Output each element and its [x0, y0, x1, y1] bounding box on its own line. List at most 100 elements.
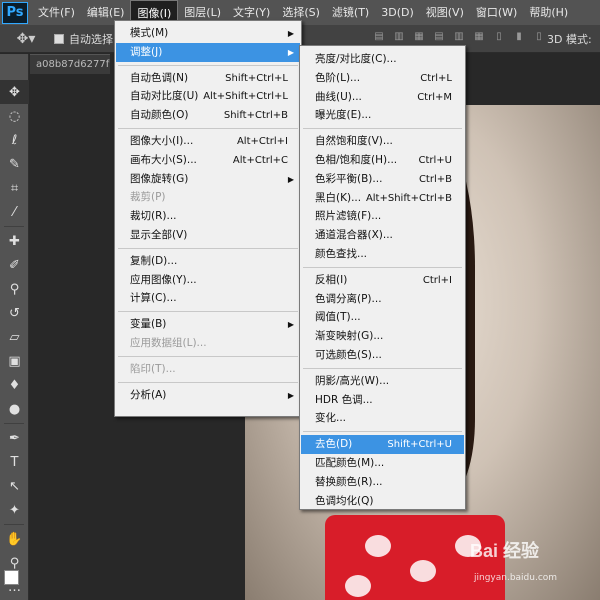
menu-item[interactable]: 图像大小(I)... Alt+Ctrl+I	[116, 132, 300, 151]
menu-item-label: 色阶(L)...	[315, 71, 361, 84]
clone-stamp-tool-icon[interactable]: ⚲	[0, 277, 29, 301]
menu-item-shortcut: Shift+Ctrl+L	[225, 72, 288, 84]
menu-item[interactable]: 自然饱和度(V)...	[301, 132, 464, 151]
move-tool-icon[interactable]: ✥	[0, 80, 29, 104]
type-tool-icon[interactable]: T	[0, 450, 29, 474]
menu-7[interactable]: 滤镜(T)	[326, 0, 375, 25]
shape-tool-icon[interactable]: ✦	[0, 498, 29, 522]
menu-item-label: 曲线(U)...	[315, 90, 362, 103]
menu-item-label: 模式(M)	[130, 27, 169, 39]
move-tool-preset-icon[interactable]: ✥▾	[8, 28, 44, 50]
menu-item[interactable]: 应用图像(Y)...	[116, 271, 300, 290]
eraser-tool-icon[interactable]: ▱	[0, 325, 29, 349]
menu-item[interactable]: 可选颜色(S)...	[301, 346, 464, 365]
menu-item[interactable]: 自动对比度(U) Alt+Shift+Ctrl+L	[116, 87, 300, 106]
gradient-tool-icon[interactable]: ▣	[0, 349, 29, 373]
menu-10[interactable]: 窗口(W)	[470, 0, 523, 25]
menu-item-shortcut: Ctrl+M	[417, 91, 452, 103]
menu-item[interactable]: 色阶(L)... Ctrl+L	[301, 69, 464, 88]
menu-item[interactable]: 阴影/高光(W)...	[301, 372, 464, 391]
menu-item[interactable]: 色彩平衡(B)... Ctrl+B	[301, 170, 464, 189]
menu-item-label: 分析(A)	[130, 388, 167, 401]
menu-item[interactable]: 裁切(R)...	[116, 207, 300, 226]
menu-item[interactable]: 曲线(U)... Ctrl+M	[301, 88, 464, 107]
menu-item-label: 黑白(K)...	[315, 191, 362, 204]
marquee-tool-icon[interactable]: ◌	[0, 104, 29, 128]
distribute-left-icon[interactable]: ▯	[492, 29, 506, 45]
menu-item[interactable]: 图像旋转(G) ▶	[116, 170, 300, 189]
menu-item[interactable]: 黑白(K)... Alt+Shift+Ctrl+B	[301, 189, 464, 208]
align-top-icon[interactable]: ▤	[372, 29, 386, 45]
menu-item[interactable]: 色相/饱和度(H)... Ctrl+U	[301, 151, 464, 170]
menu-item-label: 自动色调(N)	[130, 71, 189, 84]
align-bottom-icon[interactable]: ▦	[412, 29, 426, 45]
distribute-right-icon[interactable]: ▯	[532, 29, 546, 45]
align-middle-icon[interactable]: ▥	[392, 29, 406, 45]
menu-item[interactable]: 亮度/对比度(C)...	[301, 50, 464, 69]
distribute-bottom-icon[interactable]: ▦	[472, 29, 486, 45]
distribute-top-icon[interactable]: ▤	[432, 29, 446, 45]
menu-item[interactable]: 调整(J) ▶	[116, 42, 300, 62]
menu-item-label: 照片滤镜(F)...	[315, 210, 382, 223]
menu-item-label: 曝光度(E)...	[315, 109, 372, 122]
menu-item[interactable]: 自动颜色(O) Shift+Ctrl+B	[116, 106, 300, 125]
menu-item[interactable]: 自动色调(N) Shift+Ctrl+L	[116, 69, 300, 88]
menu-item-label: 应用图像(Y)...	[130, 273, 197, 286]
menu-item[interactable]: 替换颜色(R)...	[301, 473, 464, 492]
menu-item-label: 自动对比度(U)	[130, 90, 199, 103]
menu-item[interactable]: 画布大小(S)... Alt+Ctrl+C	[116, 151, 300, 170]
distribute-middle-icon[interactable]: ▥	[452, 29, 466, 45]
menu-item[interactable]: 反相(I) Ctrl+I	[301, 271, 464, 290]
menu-item[interactable]: HDR 色调...	[301, 391, 464, 410]
menu-item[interactable]: 颜色查找...	[301, 245, 464, 264]
menu-1[interactable]: 文件(F)	[32, 0, 81, 25]
menu-item[interactable]: 色调分离(P)...	[301, 290, 464, 309]
eyedropper-tool-icon[interactable]: ⁄	[0, 200, 29, 224]
submenu-arrow-icon: ▶	[287, 47, 294, 57]
menu-item-shortcut: Ctrl+B	[418, 173, 452, 185]
submenu-arrow-icon: ▶	[287, 174, 294, 184]
menu-item[interactable]: 色调均化(Q)	[301, 492, 464, 511]
menu-item[interactable]: 曝光度(E)...	[301, 106, 464, 125]
menu-item-label: 亮度/对比度(C)...	[315, 53, 397, 65]
menu-item[interactable]: 复制(D)...	[116, 252, 300, 271]
foreground-color-swatch[interactable]	[4, 570, 19, 585]
distribute-center-icon[interactable]: ▮	[512, 29, 526, 45]
healing-brush-tool-icon[interactable]: ✚	[0, 229, 29, 253]
menu-item[interactable]: 阈值(T)...	[301, 308, 464, 327]
menu-item[interactable]: 模式(M) ▶	[116, 24, 300, 43]
menu-item-label: 计算(C)...	[130, 292, 177, 305]
hand-tool-icon[interactable]: ✋	[0, 527, 29, 551]
menu-item[interactable]: 变化...	[301, 409, 464, 428]
menu-item-label: HDR 色调...	[315, 393, 373, 406]
document-tab[interactable]: a08b87d6277f9e	[30, 54, 110, 74]
history-brush-tool-icon[interactable]: ↺	[0, 301, 29, 325]
crop-tool-icon[interactable]: ⌗	[0, 176, 29, 200]
pen-tool-icon[interactable]: ✒	[0, 426, 29, 450]
menu-9[interactable]: 视图(V)	[420, 0, 470, 25]
path-select-tool-icon[interactable]: ↖	[0, 474, 29, 498]
menu-item[interactable]: 计算(C)...	[116, 289, 300, 308]
color-swatches[interactable]	[4, 570, 28, 596]
menu-item[interactable]: 渐变映射(G)...	[301, 327, 464, 346]
menu-item[interactable]: 分析(A) ▶	[116, 386, 300, 405]
menu-item[interactable]: 通道混合器(X)...	[301, 226, 464, 245]
blur-tool-icon[interactable]: ♦	[0, 373, 29, 397]
quick-select-tool-icon[interactable]: ✎	[0, 152, 29, 176]
brush-tool-icon[interactable]: ✐	[0, 253, 29, 277]
dodge-tool-icon[interactable]: ●	[0, 397, 29, 421]
menu-item[interactable]: 照片滤镜(F)...	[301, 207, 464, 226]
menu-item[interactable]: 变量(B) ▶	[116, 315, 300, 334]
menu-item: 陷印(T)...	[116, 360, 300, 379]
menu-item[interactable]: 匹配颜色(M)...	[301, 454, 464, 473]
menu-item[interactable]: 显示全部(V)	[116, 226, 300, 245]
menu-item-label: 阴影/高光(W)...	[315, 374, 390, 387]
auto-select-checkbox[interactable]	[54, 33, 64, 44]
menu-item-shortcut: Ctrl+U	[418, 155, 453, 166]
menu-item-label: 色相/饱和度(H)...	[315, 154, 398, 166]
menu-11[interactable]: 帮助(H)	[523, 0, 574, 25]
menu-8[interactable]: 3D(D)	[375, 0, 420, 25]
menu-item[interactable]: 去色(D) Shift+Ctrl+U	[301, 435, 464, 455]
lasso-tool-icon[interactable]: ℓ	[0, 128, 29, 152]
menu-item-label: 变量(B)	[130, 318, 167, 331]
